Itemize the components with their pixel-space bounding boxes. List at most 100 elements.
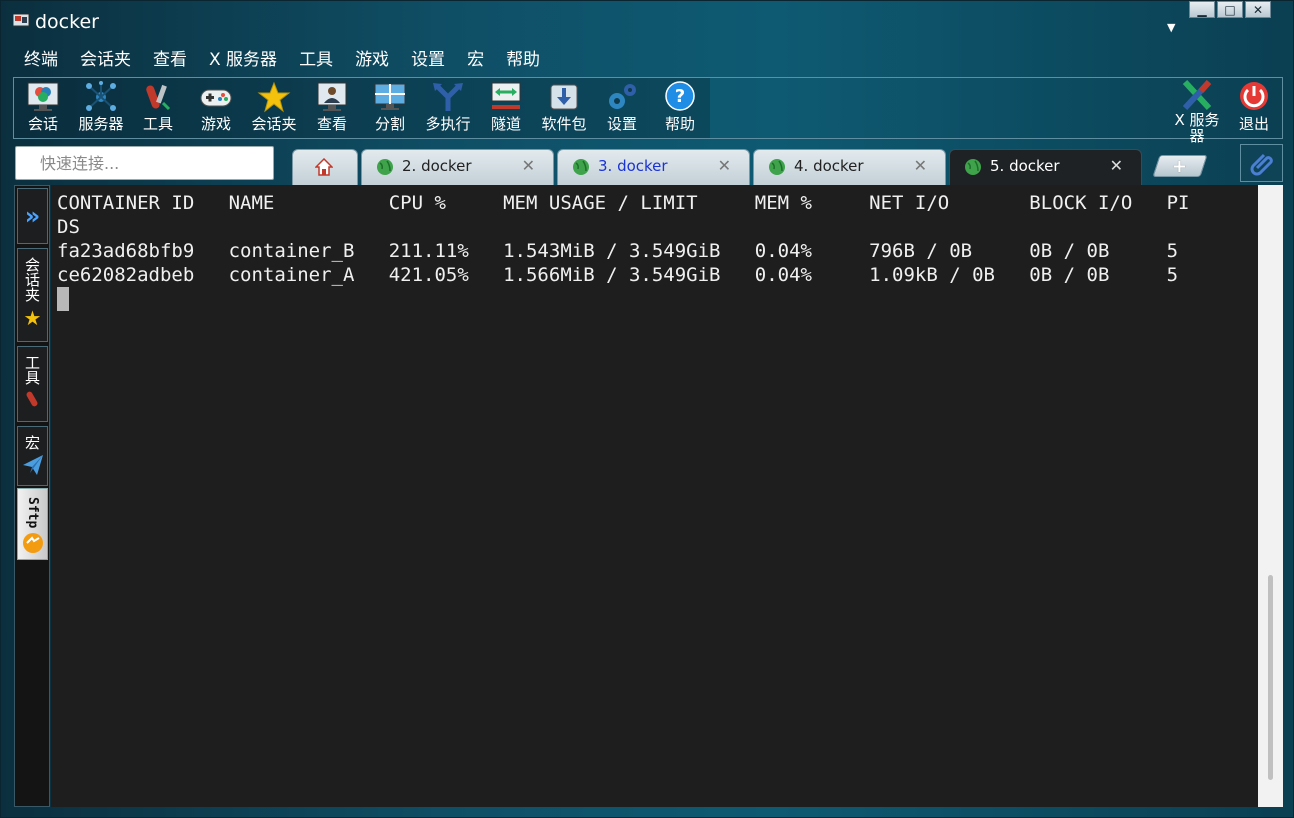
menu-bar: 终端 会话夹 查看 X 服务器 工具 游戏 设置 宏 帮助 [13,47,551,73]
network-icon [86,81,116,111]
terminal-line: DS [57,216,80,238]
quick-connect [15,146,274,180]
menu-help[interactable]: 帮助 [495,47,551,73]
games-label: 游戏 [200,115,231,133]
tab-home[interactable] [292,149,358,185]
swiss-knife-icon [26,391,37,407]
close-icon[interactable]: ✕ [522,156,535,175]
globe-icon [769,159,785,175]
title-bar: docker ▼ ▁ □ ✕ [1,1,1294,43]
gamepad-icon [200,89,232,107]
servers-label: 服务器 [78,115,124,133]
settings-label: 设置 [606,115,637,133]
sessions-folder-button[interactable]: 会话夹 [246,80,302,138]
sidebar-item-label: Sftp [25,497,40,529]
view-button[interactable]: 查看 [304,80,360,138]
attach-button[interactable] [1240,144,1283,182]
home-icon [315,158,333,176]
scrollbar-thumb[interactable] [1268,575,1273,780]
help-label: 帮助 [664,115,695,133]
swiss-knife-icon [146,84,171,111]
minimize-button[interactable]: ▁ [1189,1,1215,18]
tools-label: 工具 [142,115,173,133]
tools-button[interactable]: 工具 [130,80,186,138]
multiexec-button[interactable]: 多执行 [420,80,476,138]
menu-terminal[interactable]: 终端 [13,47,69,73]
menu-macros[interactable]: 宏 [456,47,495,73]
close-icon[interactable]: ✕ [1110,156,1123,175]
plus-icon: + [1172,155,1188,177]
paperclip-icon [1250,153,1273,176]
games-button[interactable]: 游戏 [188,80,244,138]
star-icon [257,81,291,113]
left-side-panel: » 会话夹 ★ 工具 宏 Sftp [14,185,50,807]
window-title: docker [35,11,99,33]
paper-plane-icon [22,455,43,475]
close-icon[interactable]: ✕ [718,156,731,175]
multiexec-label: 多执行 [425,115,471,133]
session-button[interactable]: 会话 [15,80,71,138]
close-icon[interactable]: ✕ [914,156,927,175]
split-button[interactable]: 分割 [362,80,418,138]
tab-label: 5. docker [990,157,1060,175]
menu-sessions[interactable]: 会话夹 [69,47,142,73]
tab-label: 2. docker [402,157,472,175]
terminal-line: fa23ad68bfb9 container_B 211.11% 1.543Mi… [57,240,1179,262]
star-icon: ★ [23,306,42,330]
split-label: 分割 [374,115,405,133]
session-label: 会话 [27,115,58,133]
packages-button[interactable]: 软件包 [536,80,592,138]
tab-docker-4[interactable]: 4. docker ✕ [753,149,946,185]
help-icon: ? [665,81,695,111]
app-icon [13,14,29,27]
sidebar-item-label: 宏 [23,435,41,450]
globe-icon [965,159,981,175]
menu-view[interactable]: 查看 [142,47,198,73]
settings-button[interactable]: 设置 [594,80,650,138]
download-package-icon [550,84,578,110]
terminal-output[interactable]: CONTAINER ID NAME CPU % MEM USAGE / LIMI… [51,185,1258,807]
sidebar-item-label: 会话夹 [23,257,41,302]
servers-button[interactable]: 服务器 [73,80,129,138]
menu-tools[interactable]: 工具 [288,47,344,73]
toolbar: 会话 服务器 工具 游戏 会话夹 查看 分割 多执行 隧道 软件包 设置 ? 帮… [13,77,1283,144]
app-window: docker ▼ ▁ □ ✕ 终端 会话夹 查看 X 服务器 工具 游戏 设置 … [0,0,1294,818]
sidebar-item-sessions[interactable]: 会话夹 ★ [17,248,48,342]
sidebar-item-sftp[interactable]: Sftp [17,488,48,560]
xserver-label: X 服务器 [1174,111,1220,145]
tab-label: 4. docker [794,157,864,175]
close-button[interactable]: ✕ [1245,1,1271,18]
exit-button[interactable]: 退出 [1226,80,1282,138]
x-server-icon [1182,80,1212,111]
maximize-button[interactable]: □ [1217,1,1243,18]
menu-games[interactable]: 游戏 [344,47,400,73]
split-screen-icon [374,83,406,110]
menu-xserver[interactable]: X 服务器 [198,47,288,73]
sessions-folder-label: 会话夹 [251,115,297,133]
globe-icon [573,159,589,175]
quick-connect-input[interactable] [16,147,273,179]
xserver-button[interactable]: X 服务器 [1168,80,1226,144]
tunnel-button[interactable]: 隧道 [478,80,534,138]
terminal-scrollbar[interactable] [1258,185,1283,807]
monitor-user-icon [317,82,347,111]
monitor-session-icon [27,82,59,111]
globe-icon [377,159,393,175]
sidebar-item-macros[interactable]: 宏 [17,426,48,486]
expand-panel-button[interactable]: » [17,188,48,244]
menu-settings[interactable]: 设置 [400,47,456,73]
tunnel-icon [491,82,521,109]
tab-docker-5[interactable]: 5. docker ✕ [949,149,1142,185]
power-icon [1240,82,1268,110]
help-button[interactable]: ? 帮助 [652,80,708,138]
terminal-cursor [57,287,69,311]
new-tab-button[interactable]: + [1152,155,1208,177]
tab-label: 3. docker [598,157,668,175]
tab-docker-2[interactable]: 2. docker ✕ [361,149,554,185]
sidebar-item-label: 工具 [23,355,41,385]
tab-docker-3[interactable]: 3. docker ✕ [557,149,750,185]
sidebar-item-tools[interactable]: 工具 [17,346,48,422]
sftp-icon [22,533,43,554]
chevron-down-icon[interactable]: ▼ [1167,21,1175,34]
packages-label: 软件包 [541,115,587,133]
